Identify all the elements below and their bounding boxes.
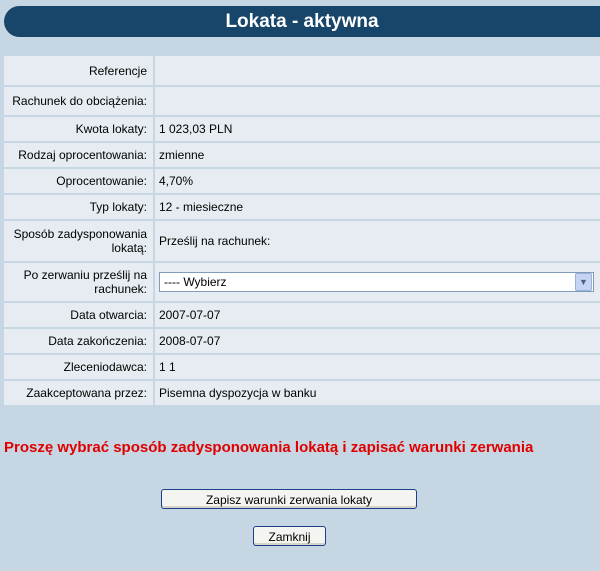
row-label-reference: Referencje: [4, 56, 155, 87]
row-label-ordering-party: Zleceniodawca:: [4, 354, 155, 381]
deposit-details-table: Referencje Rachunek do obciążenia: Kwota…: [4, 56, 600, 407]
row-value-accepted-by: Pisemna dyspozycja w banku: [154, 380, 600, 407]
table-row: Zaakceptowana przez: Pisemna dyspozycja …: [4, 380, 600, 407]
row-value-interest-type: zmienne: [154, 142, 600, 169]
row-label-open-date: Data otwarcia:: [4, 302, 155, 329]
row-label-debit-account: Rachunek do obciążenia:: [4, 86, 155, 117]
table-row: Zleceniodawca: 1 1: [4, 354, 600, 381]
table-row: Typ lokaty: 12 - miesieczne: [4, 194, 600, 221]
row-label-accepted-by: Zaakceptowana przez:: [4, 380, 155, 407]
after-break-account-select[interactable]: ---- Wybierz ▼: [159, 272, 594, 292]
row-value-disposition: Prześlij na rachunek:: [154, 220, 600, 263]
row-label-interest-rate: Oprocentowanie:: [4, 168, 155, 195]
table-row: Referencje: [4, 56, 600, 87]
warning-message: Proszę wybrać sposób zadysponowania loka…: [4, 439, 534, 456]
row-label-end-date: Data zakończenia:: [4, 328, 155, 355]
table-row: Rachunek do obciążenia:: [4, 86, 600, 117]
row-label-amount: Kwota lokaty:: [4, 116, 155, 143]
table-row: Po zerwaniu prześlij na rachunek: ---- W…: [4, 262, 600, 303]
row-label-disposition: Sposób zadysponowania lokatą:: [4, 220, 155, 263]
row-value-reference: [154, 56, 600, 87]
row-label-after-break-account: Po zerwaniu prześlij na rachunek:: [4, 262, 155, 303]
select-value: ---- Wybierz: [164, 275, 227, 289]
row-value-interest-rate: 4,70%: [154, 168, 600, 195]
table-row: Rodzaj oprocentowania: zmienne: [4, 142, 600, 169]
close-button[interactable]: Zamknij: [253, 526, 326, 546]
row-value-open-date: 2007-07-07: [154, 302, 600, 329]
table-row: Sposób zadysponowania lokatą: Prześlij n…: [4, 220, 600, 263]
save-break-terms-button[interactable]: Zapisz warunki zerwania lokaty: [161, 489, 417, 509]
page-title: Lokata - aktywna: [4, 6, 600, 37]
table-row: Data otwarcia: 2007-07-07: [4, 302, 600, 329]
row-label-deposit-type: Typ lokaty:: [4, 194, 155, 221]
row-value-ordering-party: 1 1: [154, 354, 600, 381]
row-label-interest-type: Rodzaj oprocentowania:: [4, 142, 155, 169]
row-value-amount: 1 023,03 PLN: [154, 116, 600, 143]
chevron-down-icon[interactable]: ▼: [575, 273, 592, 291]
table-row: Oprocentowanie: 4,70%: [4, 168, 600, 195]
row-value-debit-account: [154, 86, 600, 117]
row-value-end-date: 2008-07-07: [154, 328, 600, 355]
table-row: Data zakończenia: 2008-07-07: [4, 328, 600, 355]
row-value-deposit-type: 12 - miesieczne: [154, 194, 600, 221]
table-row: Kwota lokaty: 1 023,03 PLN: [4, 116, 600, 143]
